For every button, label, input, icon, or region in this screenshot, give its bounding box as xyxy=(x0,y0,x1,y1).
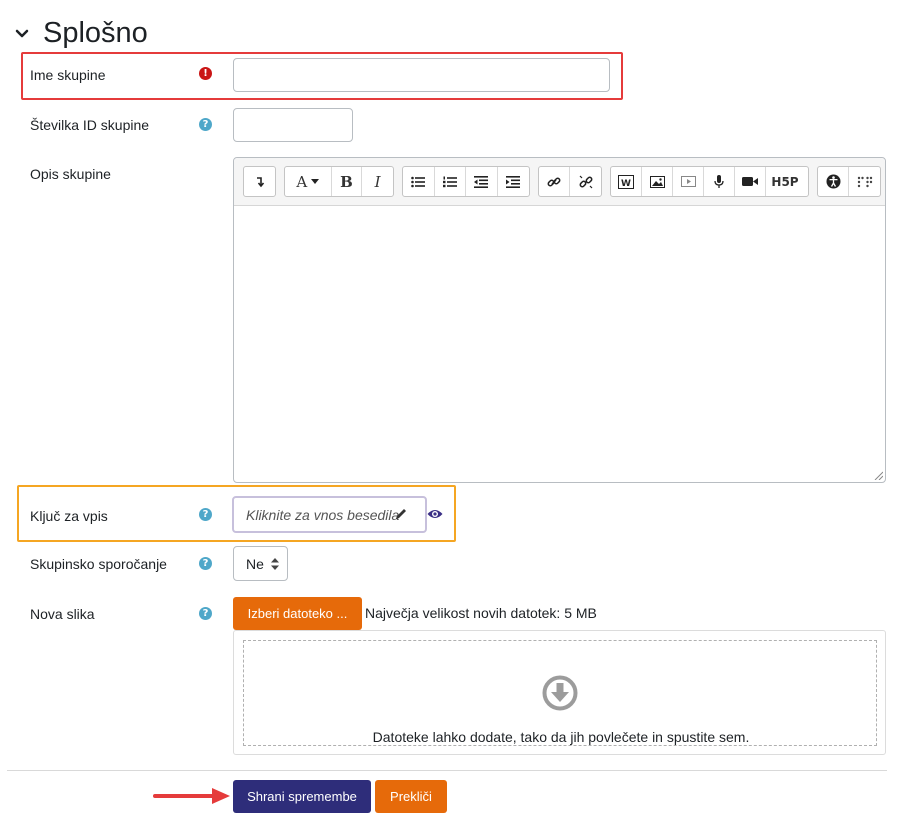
description-label: Opis skupine xyxy=(30,166,111,182)
group-messaging-select[interactable]: Ne xyxy=(233,546,288,581)
bold-label: B xyxy=(340,172,353,191)
screenreader-helper-icon[interactable] xyxy=(849,167,880,196)
enrolment-key-label: Ključ za vpis xyxy=(30,508,108,524)
h5p-label: H5P xyxy=(771,174,799,189)
toolbar-group-links xyxy=(538,166,602,197)
unordered-list-icon[interactable] xyxy=(403,167,435,196)
reveal-eye-icon[interactable] xyxy=(427,508,443,520)
toolbar-group-lists xyxy=(402,166,530,197)
group-name-label: Ime skupine xyxy=(30,67,106,83)
font-style-icon[interactable]: A xyxy=(285,167,332,196)
choose-file-button[interactable]: Izberi datoteko ... xyxy=(233,597,362,630)
pencil-icon xyxy=(396,509,406,519)
ordered-list-icon[interactable] xyxy=(435,167,466,196)
help-icon[interactable]: ? xyxy=(199,607,212,620)
drop-zone-text: Datoteke lahko dodate, tako da jih povle… xyxy=(372,729,750,745)
chevron-down-icon[interactable] xyxy=(14,27,30,41)
unlink-icon[interactable] xyxy=(570,167,601,196)
enrolment-key-field[interactable]: Kliknite za vnos besedila xyxy=(232,496,427,533)
download-arrow-icon xyxy=(542,675,578,711)
select-arrows-icon xyxy=(271,558,279,570)
media-icon[interactable] xyxy=(673,167,704,196)
section-title: Splošno xyxy=(43,17,148,49)
record-video-icon[interactable] xyxy=(735,167,766,196)
image-icon[interactable] xyxy=(642,167,673,196)
italic-icon[interactable]: I xyxy=(362,167,393,196)
id-number-input[interactable] xyxy=(233,108,353,142)
accessibility-checker-icon[interactable] xyxy=(818,167,849,196)
help-icon[interactable]: ? xyxy=(199,508,212,521)
resize-handle-icon[interactable] xyxy=(873,470,883,480)
toolbar-group-media: W H5P xyxy=(610,166,809,197)
group-messaging-value: Ne xyxy=(246,556,264,572)
group-messaging-label: Skupinsko sporočanje xyxy=(30,556,167,572)
word-import-icon[interactable]: W xyxy=(611,167,642,196)
toolbar-group-expand xyxy=(243,166,276,197)
save-changes-button[interactable]: Shrani spremembe xyxy=(233,780,371,813)
h5p-icon[interactable]: H5P xyxy=(766,167,804,196)
required-icon: ! xyxy=(199,67,212,80)
help-icon[interactable]: ? xyxy=(199,118,212,131)
bold-icon[interactable]: B xyxy=(332,167,363,196)
max-file-size-text: Največja velikost novih datotek: 5 MB xyxy=(365,605,597,621)
toolbar-group-accessibility xyxy=(817,166,881,197)
link-icon[interactable] xyxy=(539,167,570,196)
toolbar-group-style: A B I xyxy=(284,166,394,197)
enrolment-key-placeholder: Kliknite za vnos besedila xyxy=(246,507,400,523)
file-manager: Datoteke lahko dodate, tako da jih povle… xyxy=(233,630,886,755)
new-picture-label: Nova slika xyxy=(30,606,95,622)
outdent-icon[interactable] xyxy=(466,167,498,196)
description-editor[interactable]: A B I W H5P xyxy=(233,157,886,483)
font-style-label: A xyxy=(296,172,308,191)
svg-text:W: W xyxy=(621,179,631,189)
editor-toolbar: A B I W H5P xyxy=(234,158,885,206)
expand-toolbar-icon[interactable] xyxy=(244,167,275,196)
indent-icon[interactable] xyxy=(498,167,529,196)
record-audio-icon[interactable] xyxy=(704,167,735,196)
drop-zone[interactable]: Datoteke lahko dodate, tako da jih povle… xyxy=(243,640,877,746)
cancel-button[interactable]: Prekliči xyxy=(375,780,447,813)
red-arrow-annotation xyxy=(153,788,230,804)
italic-label: I xyxy=(374,172,381,191)
id-number-label: Številka ID skupine xyxy=(30,117,150,133)
group-name-input[interactable] xyxy=(233,58,610,92)
help-icon[interactable]: ? xyxy=(199,557,212,570)
footer-divider xyxy=(7,770,887,771)
